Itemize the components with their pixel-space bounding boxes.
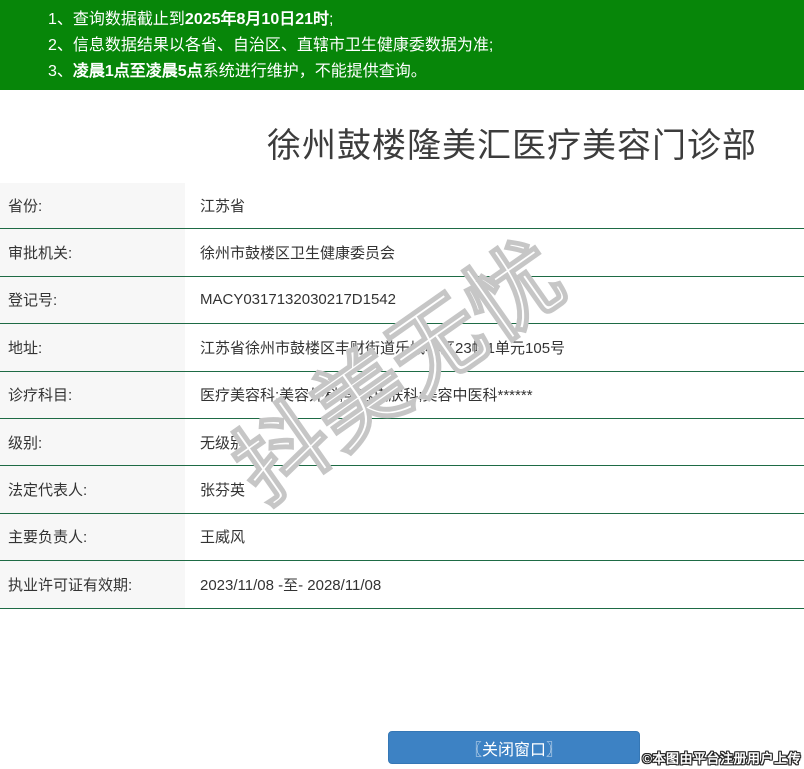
row-value: 江苏省	[185, 183, 804, 229]
table-row-level: 级别: 无级别	[0, 418, 804, 467]
row-value: 2023/11/08 -至- 2028/11/08	[185, 561, 804, 608]
row-label: 法定代表人:	[0, 466, 185, 513]
table-row-legal-representative: 法定代表人: 张芬英	[0, 466, 804, 514]
institution-record-table: 省份: 江苏省 审批机关: 徐州市鼓楼区卫生健康委员会 登记号: MACY031…	[0, 183, 804, 609]
table-row-province: 省份: 江苏省	[0, 183, 804, 230]
row-label: 诊疗科目:	[0, 371, 185, 418]
row-value: 徐州市鼓楼区卫生健康委员会	[185, 229, 804, 276]
row-value: MACY0317132030217D1542	[185, 276, 804, 324]
notice-line-1: 1、查询数据截止到2025年8月10日21时;	[48, 7, 794, 33]
notice-number: 3、	[48, 63, 73, 80]
table-row-address: 地址: 江苏省徐州市鼓楼区丰财街道乐城小区23幢1单元105号	[0, 324, 804, 372]
notice-number: 2、	[48, 37, 73, 54]
notice-line-3: 3、凌晨1点至凌晨5点系统进行维护，不能提供查询。	[48, 59, 794, 85]
row-value: 江苏省徐州市鼓楼区丰财街道乐城小区23幢1单元105号	[185, 324, 804, 371]
notice-banner: 1、查询数据截止到2025年8月10日21时; 2、信息数据结果以各省、自治区、…	[0, 0, 804, 90]
row-label: 登记号:	[0, 276, 185, 324]
table-row-license-validity: 执业许可证有效期: 2023/11/08 -至- 2028/11/08	[0, 561, 804, 609]
table-row-registration-number: 登记号: MACY0317132030217D1542	[0, 276, 804, 325]
notice-text-bold: 2025年8月10日21时	[184, 11, 330, 28]
notice-text: 信息数据结果以各省、自治区、直辖市卫生健康委数据为准;	[72, 37, 494, 54]
page-title: 徐州鼓楼隆美汇医疗美容门诊部	[267, 127, 757, 165]
notice-text-bold: 凌晨1点至凌晨5点	[72, 63, 203, 80]
row-value: 张芬英	[185, 466, 804, 513]
notice-line-2: 2、信息数据结果以各省、自治区、直辖市卫生健康委数据为准;	[48, 33, 794, 59]
row-label: 省份:	[0, 183, 185, 229]
notice-text: 查询数据截止到	[72, 11, 185, 28]
row-value: 无级别	[185, 418, 804, 466]
row-value: 王威风	[185, 513, 804, 561]
table-row-treatment-subjects: 诊疗科目: 医疗美容科;美容外科;美容皮肤科;美容中医科******	[0, 371, 804, 419]
notice-text: 系统进行维护，不能提供查询。	[202, 63, 427, 80]
row-value: 医疗美容科;美容外科;美容皮肤科;美容中医科******	[185, 371, 804, 418]
table-row-approval-authority: 审批机关: 徐州市鼓楼区卫生健康委员会	[0, 229, 804, 277]
row-label: 主要负责人:	[0, 513, 185, 561]
notice-number: 1、	[48, 11, 73, 28]
row-label: 地址:	[0, 324, 185, 371]
row-label: 审批机关:	[0, 229, 185, 276]
close-window-button[interactable]: 〖关闭窗口〗	[388, 731, 640, 764]
row-label: 级别:	[0, 418, 185, 466]
row-label: 执业许可证有效期:	[0, 561, 185, 608]
table-row-main-person-in-charge: 主要负责人: 王威风	[0, 513, 804, 562]
uploader-credit-stamp: ©本图由平台注册用户上传	[642, 751, 801, 766]
notice-text: ;	[329, 11, 334, 28]
